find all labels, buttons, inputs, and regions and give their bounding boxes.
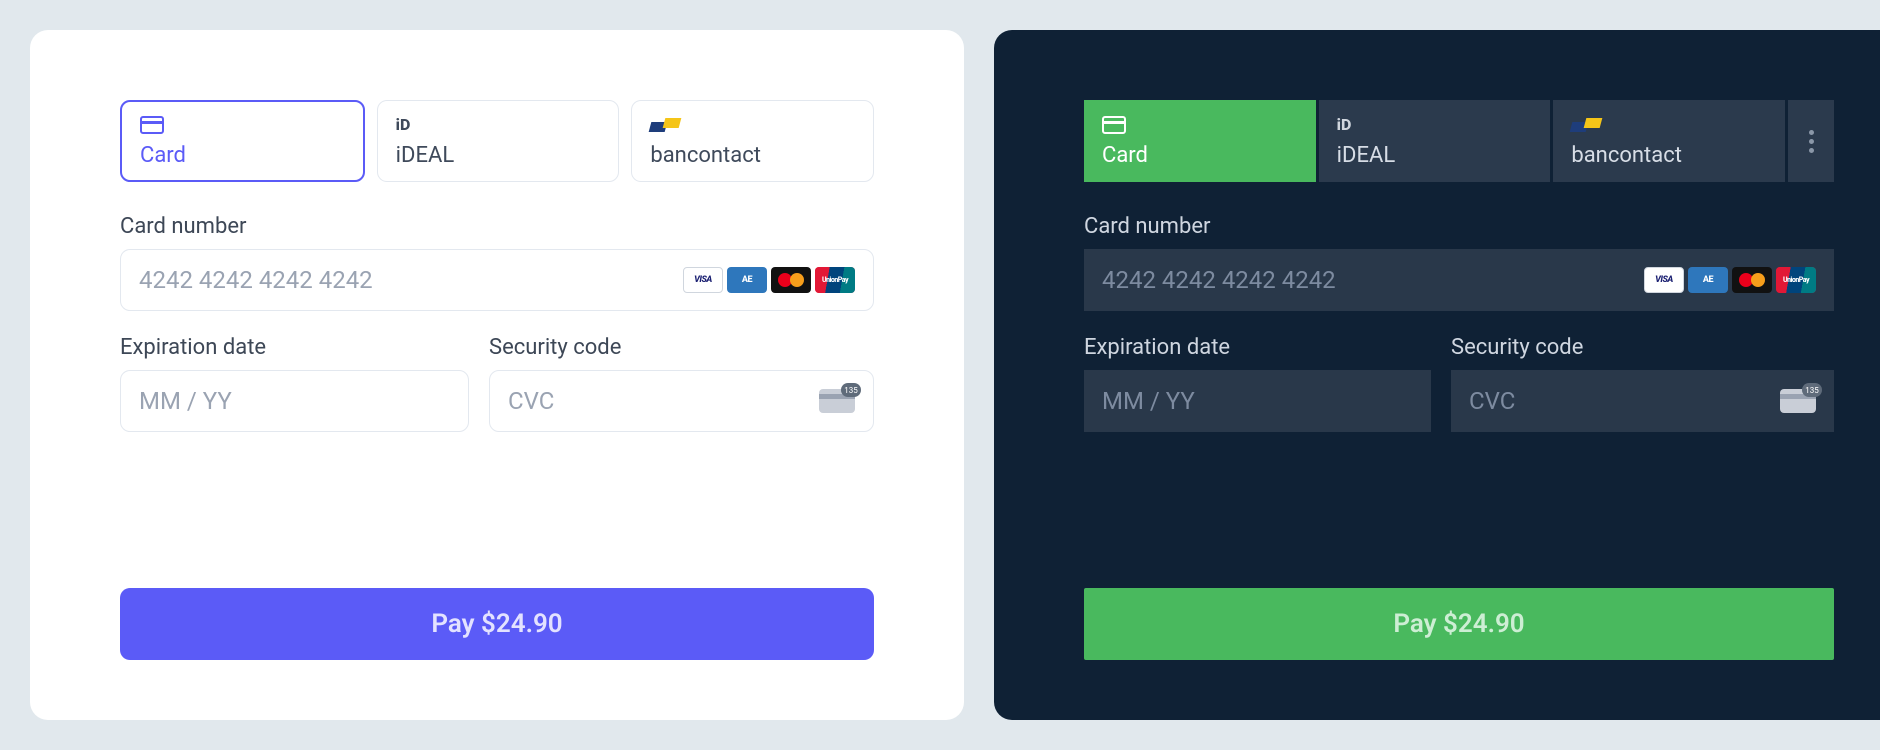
cvc-hint-icon: 135 bbox=[1780, 389, 1816, 413]
unionpay-icon: UnionPay bbox=[815, 267, 855, 293]
tab-bancontact-label: bancontact bbox=[1571, 143, 1767, 168]
expiry-label: Expiration date bbox=[120, 335, 469, 360]
tab-card-label: Card bbox=[140, 143, 345, 168]
cvc-hint-icon: 135 bbox=[819, 389, 855, 413]
payment-method-tabs: Card iD iDEAL bancontact bbox=[120, 100, 874, 182]
unionpay-icon: UnionPay bbox=[1776, 267, 1816, 293]
tab-card[interactable]: Card bbox=[120, 100, 365, 182]
mastercard-icon bbox=[1732, 267, 1772, 293]
bancontact-icon bbox=[650, 115, 855, 135]
card-number-label: Card number bbox=[1084, 214, 1834, 239]
ideal-icon: iD bbox=[1337, 115, 1533, 135]
tab-card-label: Card bbox=[1102, 143, 1298, 168]
cvc-input[interactable] bbox=[1469, 387, 1780, 415]
more-methods-button[interactable] bbox=[1788, 100, 1834, 182]
expiry-cvc-row: Expiration date Security code 135 bbox=[120, 335, 874, 456]
tab-ideal-label: iDEAL bbox=[396, 143, 601, 168]
mastercard-icon bbox=[771, 267, 811, 293]
card-icon bbox=[1102, 115, 1298, 135]
card-number-field[interactable]: VISA AE UnionPay bbox=[1084, 249, 1834, 311]
expiry-input[interactable] bbox=[1102, 387, 1413, 415]
pay-button[interactable]: Pay $24.90 bbox=[1084, 588, 1834, 660]
cvc-label: Security code bbox=[489, 335, 874, 360]
cvc-block: Security code 135 bbox=[1451, 335, 1834, 432]
cvc-block: Security code 135 bbox=[489, 335, 874, 432]
amex-icon: AE bbox=[727, 267, 767, 293]
cvc-field[interactable]: 135 bbox=[489, 370, 874, 432]
expiry-field[interactable] bbox=[120, 370, 469, 432]
payment-panel-dark: Card iD iDEAL bancontact Card number VIS… bbox=[994, 30, 1880, 720]
tab-ideal[interactable]: iD iDEAL bbox=[1319, 100, 1551, 182]
card-number-block: Card number VISA AE UnionPay bbox=[120, 214, 874, 311]
ideal-icon: iD bbox=[396, 115, 601, 135]
card-brand-logos: VISA AE UnionPay bbox=[1644, 267, 1816, 293]
cvc-label: Security code bbox=[1451, 335, 1834, 360]
payment-method-tabs: Card iD iDEAL bancontact bbox=[1084, 100, 1834, 182]
card-number-input[interactable] bbox=[1102, 266, 1644, 294]
card-brand-logos: VISA AE UnionPay bbox=[683, 267, 855, 293]
tab-ideal-label: iDEAL bbox=[1337, 143, 1533, 168]
expiry-cvc-row: Expiration date Security code 135 bbox=[1084, 335, 1834, 456]
tab-bancontact[interactable]: bancontact bbox=[1553, 100, 1785, 182]
tab-card[interactable]: Card bbox=[1084, 100, 1316, 182]
expiry-input[interactable] bbox=[139, 387, 450, 415]
expiry-field[interactable] bbox=[1084, 370, 1431, 432]
bancontact-icon bbox=[1571, 115, 1767, 135]
tab-ideal[interactable]: iD iDEAL bbox=[377, 100, 620, 182]
pay-button[interactable]: Pay $24.90 bbox=[120, 588, 874, 660]
amex-icon: AE bbox=[1688, 267, 1728, 293]
cvc-input[interactable] bbox=[508, 387, 819, 415]
card-icon bbox=[140, 115, 345, 135]
card-number-block: Card number VISA AE UnionPay bbox=[1084, 214, 1834, 311]
card-number-input[interactable] bbox=[139, 266, 683, 294]
expiry-block: Expiration date bbox=[120, 335, 469, 432]
tab-bancontact[interactable]: bancontact bbox=[631, 100, 874, 182]
tab-bancontact-label: bancontact bbox=[650, 143, 855, 168]
visa-icon: VISA bbox=[683, 267, 723, 293]
expiry-label: Expiration date bbox=[1084, 335, 1431, 360]
card-number-label: Card number bbox=[120, 214, 874, 239]
visa-icon: VISA bbox=[1644, 267, 1684, 293]
payment-panel-light: Card iD iDEAL bancontact Card number VIS… bbox=[30, 30, 964, 720]
cvc-field[interactable]: 135 bbox=[1451, 370, 1834, 432]
card-number-field[interactable]: VISA AE UnionPay bbox=[120, 249, 874, 311]
expiry-block: Expiration date bbox=[1084, 335, 1431, 432]
dots-vertical-icon bbox=[1809, 130, 1814, 153]
